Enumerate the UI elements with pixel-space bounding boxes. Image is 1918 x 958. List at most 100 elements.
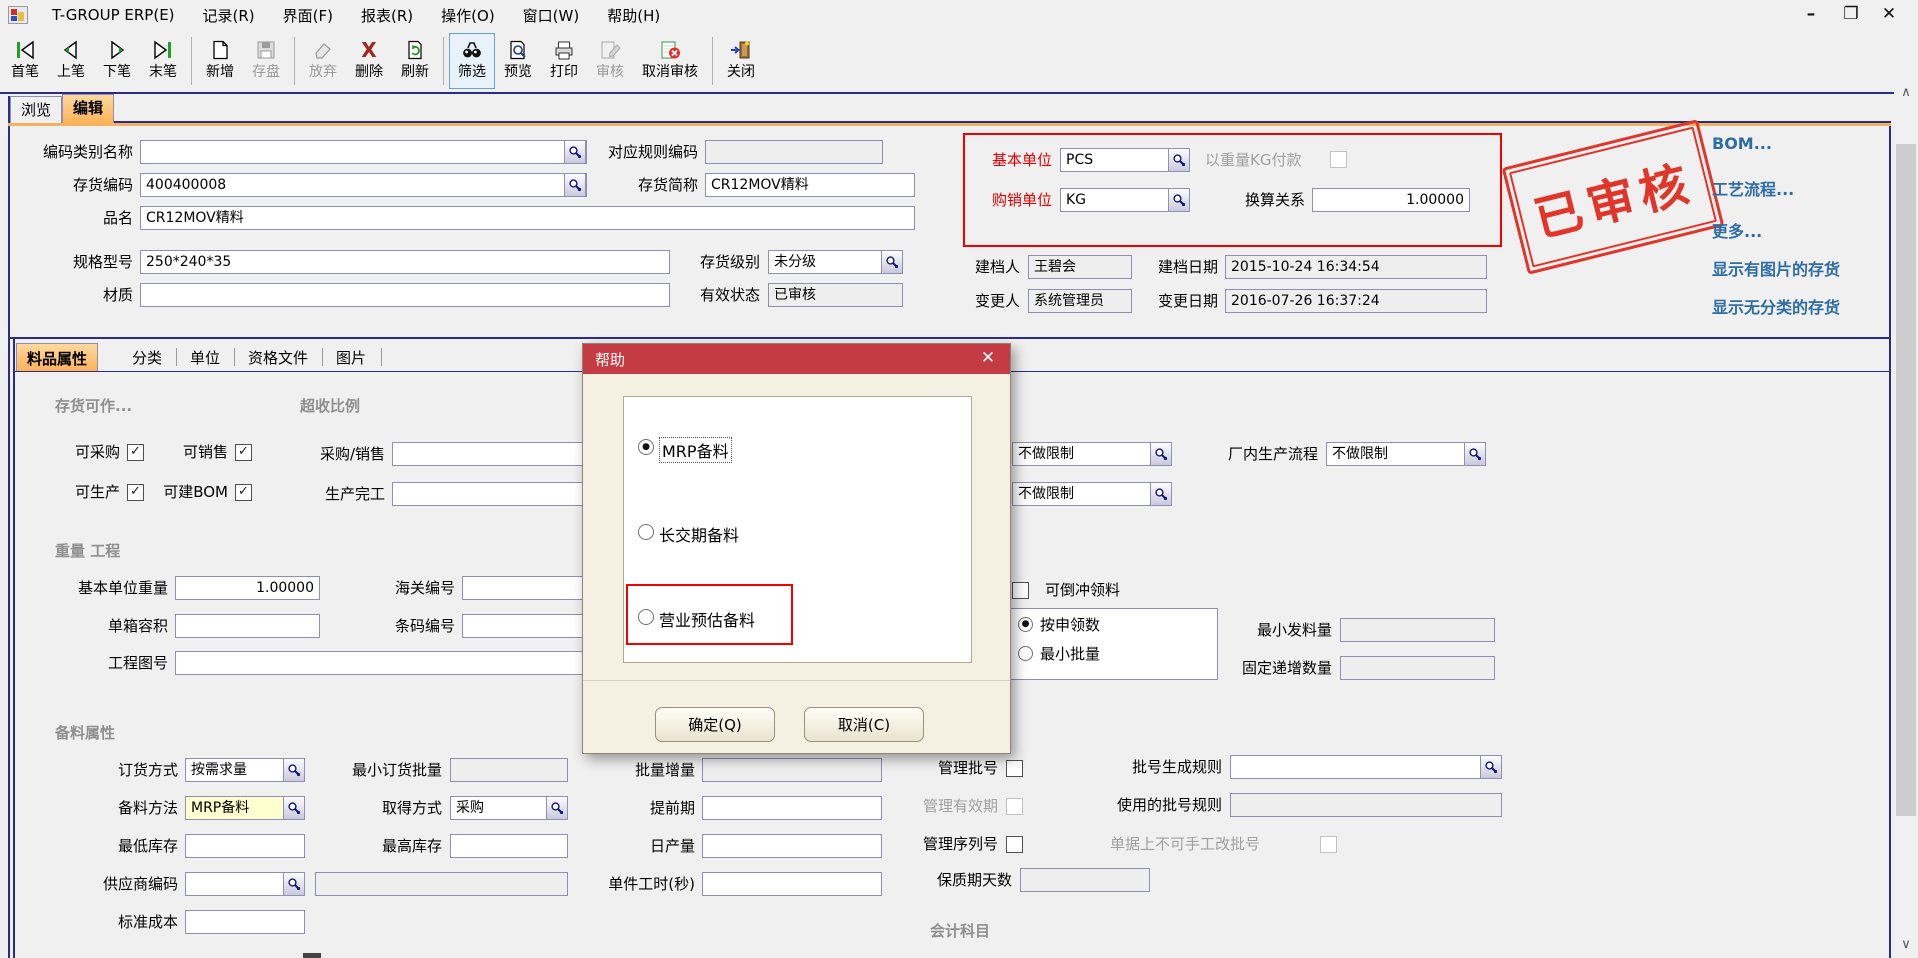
help-dialog-titlebar[interactable]: 帮助: [583, 344, 1010, 374]
menu-item-operation[interactable]: 操作(O): [427, 5, 509, 26]
create-date-label: 建档日期: [1145, 255, 1218, 279]
long-leadtime-prep-option-label[interactable]: 长交期备料: [659, 522, 739, 546]
barcode-label: 条码编号: [385, 614, 455, 638]
scroll-down-icon[interactable]: ∨: [1894, 934, 1918, 956]
menu-item-help[interactable]: 帮助(H): [593, 5, 674, 26]
item-short-field[interactable]: CR12MOV精料: [705, 173, 915, 197]
page-right-border: [1889, 122, 1891, 958]
link-more[interactable]: 更多...: [1712, 218, 1762, 242]
factory-flow-field[interactable]: 不做限制: [1326, 442, 1486, 466]
new-page-icon: [208, 40, 232, 60]
pay-by-kg-checkbox: [1330, 151, 1347, 168]
spec-field[interactable]: 250*240*35: [140, 250, 670, 274]
menu-item-tgroup-erp[interactable]: T-GROUP ERP(E): [38, 6, 189, 24]
min-batch-radio[interactable]: [1018, 646, 1033, 661]
new-button[interactable]: 新增: [197, 33, 243, 89]
menu-item-window[interactable]: 窗口(W): [509, 5, 594, 26]
delete-button[interactable]: X 删除: [346, 33, 392, 89]
base-weight-field[interactable]: 1.00000: [175, 576, 320, 600]
tab-unit[interactable]: 单位: [180, 343, 230, 371]
order-mode-lookup-button[interactable]: [283, 758, 305, 782]
next-record-button[interactable]: 下笔: [94, 33, 140, 89]
mrp-prep-radio[interactable]: ●: [638, 439, 654, 455]
close-form-button[interactable]: 关闭: [718, 33, 764, 89]
item-name-field[interactable]: CR12MOV精料: [140, 206, 915, 230]
by-request-radio[interactable]: ●: [1018, 617, 1033, 632]
producible-checkbox[interactable]: ✓: [127, 484, 144, 501]
std-cost-field[interactable]: [185, 910, 305, 934]
mrp-prep-option-label[interactable]: MRP备料: [659, 437, 732, 463]
manage-serial-checkbox[interactable]: [1006, 836, 1023, 853]
tab-classification[interactable]: 分类: [122, 343, 172, 371]
item-code-lookup-button[interactable]: [564, 173, 586, 197]
create-date-field: 2015-10-24 16:34:54: [1225, 255, 1487, 279]
factory-flow-lookup-button[interactable]: [1464, 442, 1486, 466]
by-request-label: 按申领数: [1040, 613, 1130, 637]
ok-button[interactable]: 确定(Q): [655, 707, 775, 742]
cancel-audit-button[interactable]: 取消审核: [633, 33, 707, 89]
close-window-button[interactable]: ✕: [1874, 4, 1904, 24]
prev-record-button[interactable]: 上笔: [48, 33, 94, 89]
supplier-code-lookup-button[interactable]: [283, 872, 305, 896]
acquire-mode-lookup-button[interactable]: [546, 796, 568, 820]
purchasable-checkbox[interactable]: ✓: [127, 444, 144, 461]
purchase-sale-ratio-field[interactable]: [392, 442, 602, 466]
refresh-button[interactable]: 刷新: [392, 33, 438, 89]
print-button[interactable]: 打印: [541, 33, 587, 89]
manage-lot-checkbox[interactable]: [1006, 760, 1023, 777]
min-stock-field[interactable]: [185, 834, 305, 858]
unit-work-time-field[interactable]: [702, 872, 882, 896]
max-stock-field[interactable]: [450, 834, 568, 858]
tab-item-attributes[interactable]: 料品属性: [16, 343, 98, 371]
restriction-2-lookup-button[interactable]: [1150, 482, 1172, 506]
item-level-lookup-button[interactable]: [881, 250, 903, 274]
link-process-flow[interactable]: 工艺流程...: [1712, 176, 1794, 200]
base-unit-label: 基本单位: [975, 148, 1052, 172]
link-bom[interactable]: BOM...: [1712, 134, 1772, 153]
minimize-button[interactable]: –: [1796, 4, 1826, 24]
long-leadtime-prep-radio[interactable]: [638, 524, 654, 540]
menu-item-report[interactable]: 报表(R): [347, 5, 427, 26]
menu-item-interface[interactable]: 界面(F): [269, 5, 347, 26]
cancel-button[interactable]: 取消(C): [804, 707, 924, 742]
spec-label: 规格型号: [15, 250, 133, 274]
item-code-field[interactable]: 400400008: [140, 173, 587, 197]
link-show-items-with-pictures[interactable]: 显示有图片的存货: [1712, 256, 1840, 280]
tab-picture[interactable]: 图片: [326, 343, 376, 371]
tab-edit[interactable]: 编辑: [62, 94, 114, 123]
scrollbar-thumb[interactable]: [1896, 144, 1916, 816]
tab-separator: [322, 348, 323, 366]
preview-button[interactable]: 预览: [495, 33, 541, 89]
tab-browse[interactable]: 浏览: [10, 96, 62, 123]
last-record-button[interactable]: 末笔: [140, 33, 186, 89]
first-record-button[interactable]: 首笔: [2, 33, 48, 89]
material-field[interactable]: [140, 283, 670, 307]
link-show-unclassified-items[interactable]: 显示无分类的存货: [1712, 294, 1840, 318]
prep-method-lookup-button[interactable]: [283, 796, 305, 820]
restriction-field-1[interactable]: 不做限制: [1012, 442, 1172, 466]
lot-rule-field[interactable]: [1230, 755, 1502, 779]
daily-output-field[interactable]: [702, 834, 882, 858]
can-build-bom-checkbox[interactable]: ✓: [235, 484, 252, 501]
lot-rule-lookup-button[interactable]: [1480, 755, 1502, 779]
code-category-field[interactable]: [140, 140, 587, 164]
backflush-checkbox[interactable]: [1012, 582, 1029, 599]
restore-button[interactable]: ❐: [1836, 4, 1866, 24]
rule-code-label: 对应规则编码: [598, 140, 698, 164]
lead-time-field[interactable]: [702, 796, 882, 820]
dialog-close-icon[interactable]: ✕: [976, 348, 1000, 368]
restriction-field-2[interactable]: 不做限制: [1012, 482, 1172, 506]
box-volume-field[interactable]: [175, 614, 320, 638]
trade-unit-lookup-button[interactable]: [1168, 188, 1190, 212]
conversion-field[interactable]: 1.00000: [1312, 188, 1470, 212]
sellable-checkbox[interactable]: ✓: [235, 444, 252, 461]
tab-qualification-files[interactable]: 资格文件: [238, 343, 318, 371]
rule-code-field: [705, 140, 883, 164]
code-category-lookup-button[interactable]: [564, 140, 586, 164]
filter-button[interactable]: 筛选: [449, 33, 495, 89]
scroll-up-icon[interactable]: ∧: [1894, 82, 1918, 104]
base-unit-lookup-button[interactable]: [1168, 148, 1190, 172]
prod-finish-ratio-field[interactable]: [392, 482, 602, 506]
menu-item-record[interactable]: 记录(R): [189, 5, 269, 26]
restriction-1-lookup-button[interactable]: [1150, 442, 1172, 466]
